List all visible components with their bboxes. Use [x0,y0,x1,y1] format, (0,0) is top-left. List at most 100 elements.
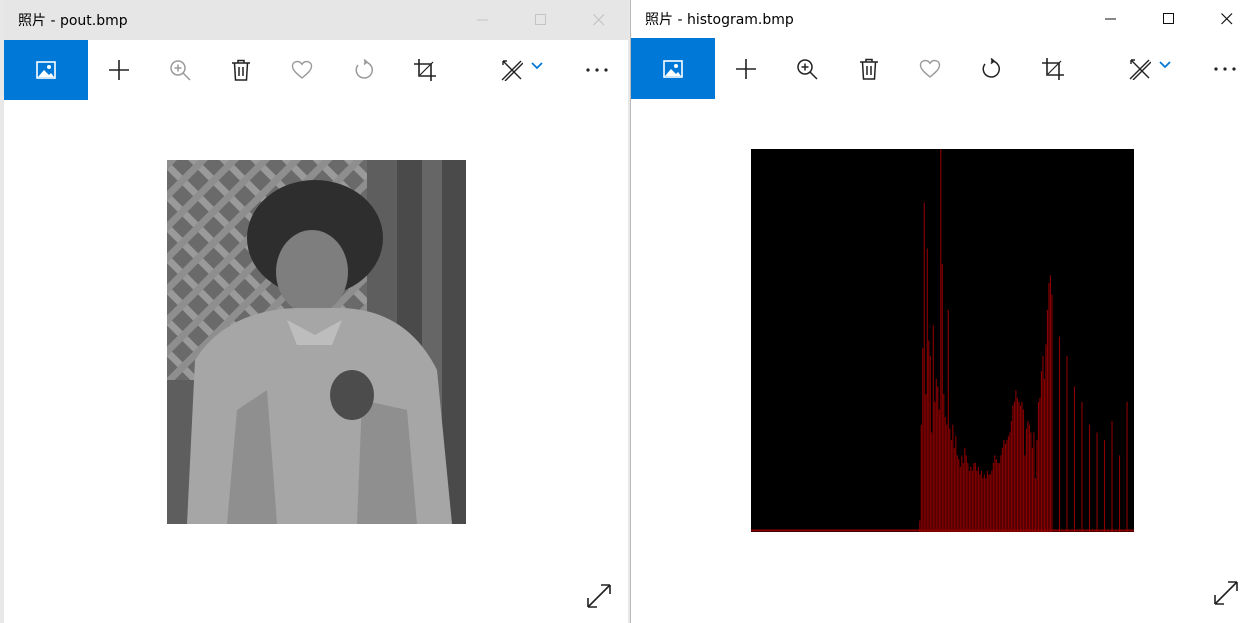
crop-button[interactable] [1022,38,1083,99]
histogram-bar [1019,405,1021,532]
histogram-bar [946,424,948,532]
window-title: 照片 - pout.bmp [18,13,128,29]
rotate-button[interactable] [961,38,1022,99]
photo-icon [36,61,56,79]
minimize-button[interactable] [1082,0,1140,38]
histogram-bar [1042,355,1044,532]
histogram-bar [1031,447,1033,532]
close-button[interactable] [1198,0,1256,38]
zoom-button[interactable] [149,40,210,100]
favorite-icon [292,60,313,79]
histogram-bar [944,417,946,532]
histogram-bar [1013,401,1015,532]
more-button[interactable] [1195,38,1256,99]
zoom-in-icon [170,60,191,81]
histogram-bar [976,470,978,532]
fullscreen-button[interactable] [1212,579,1240,607]
histogram-bar [1126,401,1128,532]
histogram-bar [947,309,949,532]
histogram-bar [1066,355,1068,532]
minimize-button[interactable] [454,0,512,40]
histogram-bar [1006,440,1008,532]
histogram-bar [1111,420,1113,532]
histogram-bar [926,248,928,532]
histogram-bar [980,470,982,532]
histogram-bar [1088,424,1091,532]
histogram-bar [997,463,999,532]
title-bar[interactable]: 照片 - pout.bmp [4,0,628,40]
favorite-button[interactable] [899,38,960,99]
see-all-photos-button[interactable] [631,38,716,99]
histogram-bar [1046,309,1048,532]
title-bar[interactable]: 照片 - histogram.bmp [631,0,1256,38]
histogram-bar [971,470,973,532]
maximize-button[interactable] [512,0,570,40]
histogram-bar [1051,294,1053,532]
histogram-bar [1007,436,1009,532]
see-all-photos-button[interactable] [4,40,88,100]
minimize-icon [477,19,488,21]
histogram-bar [1015,390,1017,532]
fullscreen-button[interactable] [585,582,613,610]
histogram-bar [986,470,988,532]
histogram-bar [1010,420,1012,532]
histogram-bar [991,470,993,532]
histogram-bar [1058,336,1061,532]
histogram-bar [952,424,954,532]
histogram-bar [973,463,975,532]
histogram-bar [928,340,930,532]
rotate-icon [982,57,1001,78]
histogram-bar [932,325,934,532]
histogram-bar [923,202,925,532]
histogram-bar [943,394,945,532]
histogram-bar [941,263,943,532]
more-button[interactable] [567,40,628,100]
edit-create-button[interactable] [488,40,557,100]
close-icon [1221,13,1233,25]
photos-window-histogram: 照片 - histogram.bmp [630,0,1256,623]
histogram-bar [955,436,957,532]
favorite-button[interactable] [272,40,333,100]
add-button[interactable] [88,40,149,100]
edit-draw-icon [501,60,524,81]
histogram-bar [1118,455,1121,532]
histogram-bar [1018,401,1020,532]
histogram-bar [956,455,958,532]
histogram-bar [1039,397,1041,532]
histogram-bar [977,466,979,532]
histogram-bar [940,149,942,532]
histogram-bar [1049,275,1051,532]
histogram-bar [958,459,960,532]
histogram-bar [1073,386,1076,532]
histogram-bar [1096,432,1098,532]
histogram-bar [931,432,933,532]
crop-button[interactable] [394,40,455,100]
rotate-button[interactable] [333,40,394,100]
histogram-chart [751,149,1134,532]
histogram-bar [920,424,922,532]
more-icon [586,68,608,72]
expand-icon [1214,581,1238,605]
close-button[interactable] [570,0,628,40]
delete-button[interactable] [838,38,899,99]
histogram-image [751,149,1134,532]
histogram-bar [919,520,921,532]
histogram-bar [1034,478,1036,532]
histogram-bar [922,348,924,532]
add-button[interactable] [715,38,776,99]
histogram-bar [925,394,927,532]
maximize-button[interactable] [1140,0,1198,38]
delete-button[interactable] [211,40,272,100]
histogram-bar [967,463,969,532]
chevron-down-icon [531,62,543,70]
photo-icon [663,59,683,78]
window-title: 照片 - histogram.bmp [645,12,794,28]
chevron-down-icon [1159,60,1171,68]
histogram-bar [988,474,990,532]
histogram-bar [1030,432,1032,532]
zoom-button[interactable] [777,38,838,99]
histogram-bar [934,401,936,532]
edit-create-button[interactable] [1115,38,1184,99]
histogram-bar [1043,378,1045,532]
histogram-bar [1103,440,1106,532]
